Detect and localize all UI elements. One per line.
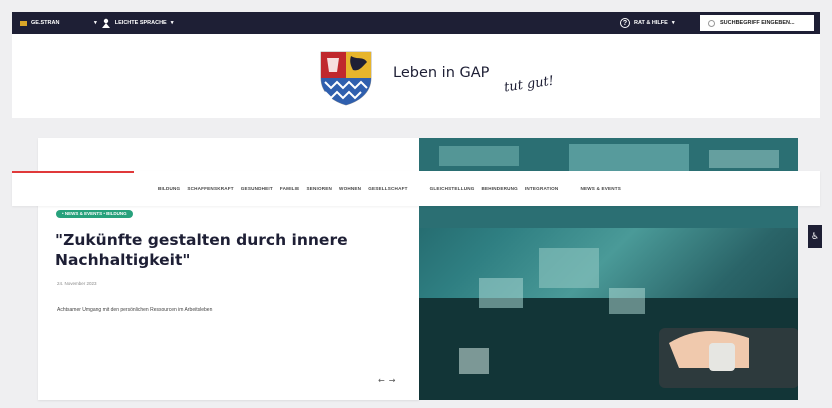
language-label: LEICHTE SPRACHE xyxy=(114,20,167,26)
site-brand[interactable]: Leben in GAP xyxy=(393,65,489,81)
active-indicator xyxy=(12,171,134,173)
help-label: RAT & HILFE xyxy=(634,20,668,26)
article-teaser: Achtsamer Umgang mit den persönlichen Re… xyxy=(57,307,213,313)
chevron-down-icon: ▾ xyxy=(671,20,675,26)
help-icon: ? xyxy=(620,18,630,28)
accessibility-button[interactable]: ♿ xyxy=(808,225,822,248)
top-utility-bar: GE.STRAN ▾ LEICHTE SPRACHE ▾ ? RAT & HIL… xyxy=(12,12,820,34)
coat-of-arms-logo[interactable] xyxy=(317,48,375,106)
accessibility-icon: ♿ xyxy=(810,231,820,242)
nav-item-gesundheit[interactable]: GESUNDHEIT xyxy=(241,186,273,191)
language-dropdown[interactable]: ▾ LEICHTE SPRACHE ▾ xyxy=(94,12,173,34)
nav-item-familie[interactable]: FAMILIE xyxy=(280,186,300,191)
chevron-down-icon: ▾ xyxy=(94,20,97,26)
help-dropdown[interactable]: ? RAT & HILFE ▾ xyxy=(620,12,675,34)
language-icon xyxy=(101,18,110,28)
prev-arrow-icon[interactable]: ← xyxy=(378,376,385,385)
site-header: Leben in GAP tut gut! xyxy=(12,34,820,118)
nav-item-behinderung[interactable]: BEHINDERUNG xyxy=(482,186,518,191)
category-badge[interactable]: • NEWS & EVENTS • BILDUNG xyxy=(56,210,133,218)
next-arrow-icon[interactable]: → xyxy=(389,376,396,385)
nav-item-gesellschaft[interactable]: GESELLSCHAFT xyxy=(368,186,407,191)
nav-list: BILDUNG SCHAFFENSKRAFT GESUNDHEIT FAMILI… xyxy=(158,171,621,206)
nav-item-news-events[interactable]: NEWS & EVENTS xyxy=(580,186,621,191)
chevron-down-icon: ▾ xyxy=(170,20,174,26)
article-date: 24. November 2023 xyxy=(57,281,97,286)
nav-item-gleichstellung[interactable]: GLEICHSTELLUNG xyxy=(430,186,475,191)
nav-item-bildung[interactable]: BILDUNG xyxy=(158,186,180,191)
search-icon xyxy=(708,19,715,27)
nav-item-schaffenskraft[interactable]: SCHAFFENSKRAFT xyxy=(187,186,233,191)
main-navigation: BILDUNG SCHAFFENSKRAFT GESUNDHEIT FAMILI… xyxy=(12,171,820,206)
nav-item-senioren[interactable]: SENIOREN xyxy=(306,186,332,191)
search-input[interactable]: SUCHBEGRIFF EINGEBEN... xyxy=(700,15,814,31)
region-label: GE.STRAN xyxy=(31,20,60,26)
nav-item-integration[interactable]: INTEGRATION xyxy=(525,186,559,191)
site-tagline: tut gut! xyxy=(503,73,555,96)
region-link[interactable]: GE.STRAN xyxy=(20,12,59,34)
flag-icon xyxy=(20,20,27,26)
search-placeholder: SUCHBEGRIFF EINGEBEN... xyxy=(720,20,795,26)
article-title[interactable]: "Zukünfte gestalten durch innere Nachhal… xyxy=(55,230,385,270)
nav-item-wohnen[interactable]: WOHNEN xyxy=(339,186,361,191)
slider-controls: ← → xyxy=(378,376,395,385)
